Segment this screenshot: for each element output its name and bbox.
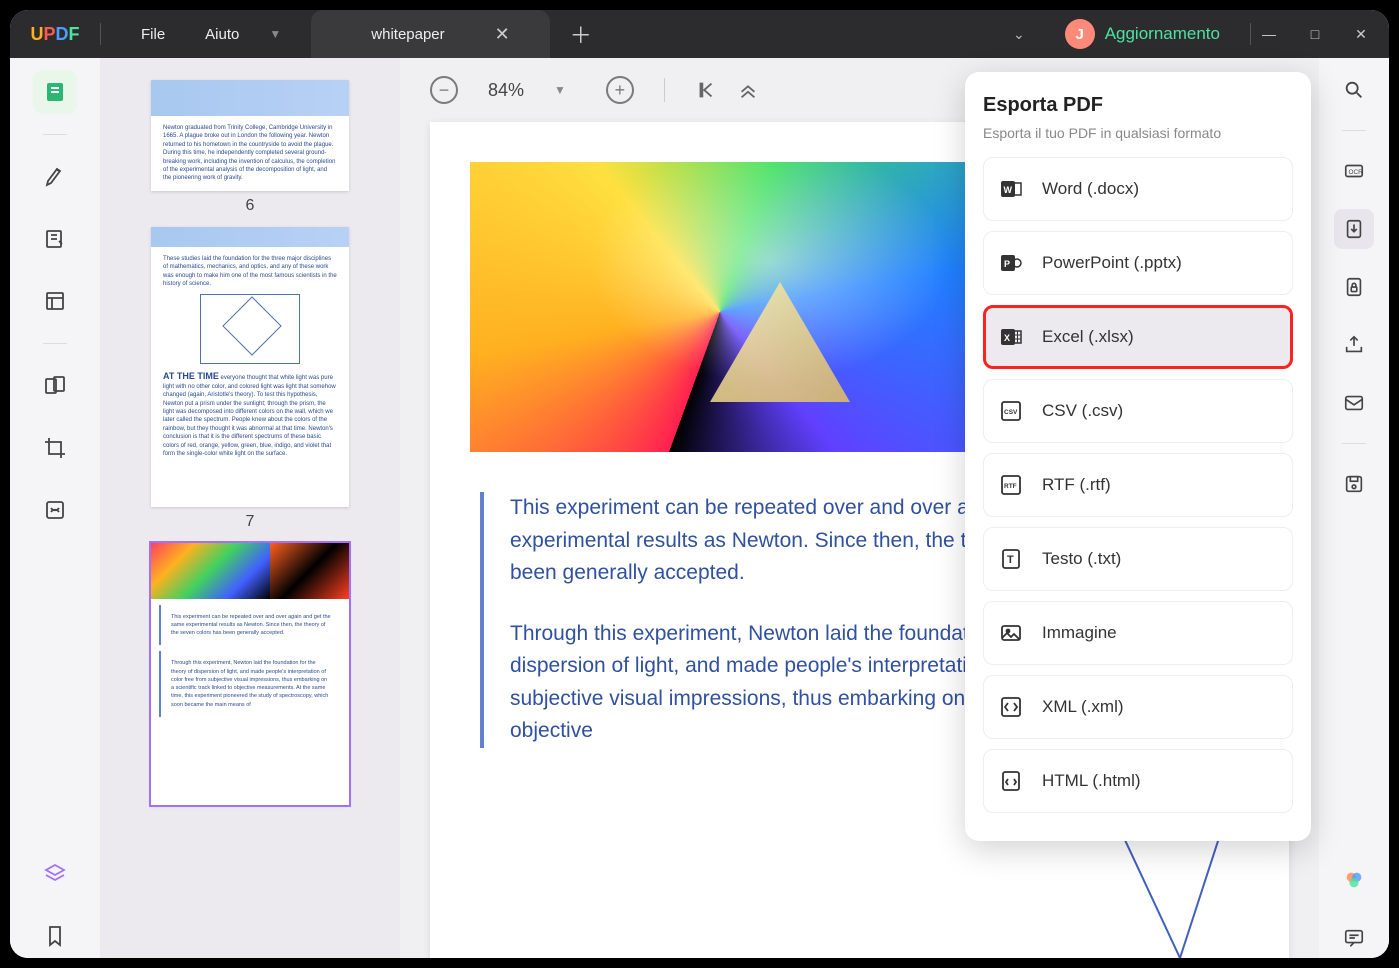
layers-tool[interactable] [33,852,77,896]
edit-text-tool[interactable] [33,217,77,261]
crop-tool[interactable] [33,426,77,470]
csv-icon: CSV [998,398,1024,424]
powerpoint-icon: P [998,250,1024,276]
thumbnail-page-7[interactable]: These studies laid the foundation for th… [151,227,349,507]
new-tab-button[interactable]: ＋ [570,18,592,50]
svg-text:CSV: CSV [1004,409,1018,416]
search-tool[interactable] [1334,70,1374,110]
export-option-powerpoint[interactable]: P PowerPoint (.pptx) [983,231,1293,295]
page-first-icon[interactable] [695,79,717,101]
zoom-out-button[interactable]: − [430,76,458,104]
xml-icon [998,694,1024,720]
excel-icon: X [998,324,1024,350]
export-option-excel[interactable]: X Excel (.xlsx) [983,305,1293,369]
right-toolbar: OCR [1319,58,1389,958]
bookmark-tool[interactable] [33,914,77,958]
page-up-icon[interactable] [737,79,759,101]
export-title: Esporta PDF [983,94,1293,117]
app-logo: UPDF [10,24,100,45]
word-icon: W [998,176,1024,202]
redact-tool[interactable] [33,488,77,532]
svg-text:OCR: OCR [1349,169,1364,176]
export-subtitle: Esporta il tuo PDF in qualsiasi formato [983,125,1293,141]
thumbnail-page-8[interactable]: This experiment can be repeated over and… [151,543,349,805]
thumbnail-page-6[interactable]: Newton graduated from Trinity College, C… [151,80,349,191]
zoom-dropdown-icon[interactable]: ▼ [554,83,566,97]
svg-text:W: W [1004,185,1013,195]
export-option-word[interactable]: W Word (.docx) [983,157,1293,221]
window-minimize-button[interactable]: — [1261,26,1277,43]
html-icon [998,768,1024,794]
tabs-chevron-icon[interactable]: ⌄ [1013,26,1025,43]
reader-tool[interactable] [33,70,77,114]
titlebar: UPDF File Aiuto ▼ whitepaper ✕ ＋ ⌄ J Agg… [10,10,1389,58]
highlight-tool[interactable] [33,155,77,199]
window-close-button[interactable]: ✕ [1353,26,1369,43]
comment-tool[interactable] [1334,918,1374,958]
menu-file[interactable]: File [141,26,165,43]
export-option-html[interactable]: HTML (.html) [983,749,1293,813]
export-option-image[interactable]: Immagine [983,601,1293,665]
document-tab[interactable]: whitepaper ✕ [311,10,549,58]
export-tool[interactable] [1334,209,1374,249]
zoom-in-button[interactable]: + [606,76,634,104]
export-option-rtf[interactable]: RTF RTF (.rtf) [983,453,1293,517]
protect-tool[interactable] [1334,267,1374,307]
share-tool[interactable] [1334,325,1374,365]
left-toolbar [10,58,100,958]
image-icon [998,620,1024,646]
ocr-tool[interactable]: OCR [1334,151,1374,191]
update-label[interactable]: Aggiornamento [1105,24,1220,44]
page-number-6: 6 [140,197,360,215]
menu-help[interactable]: Aiuto [205,26,239,43]
ai-tool[interactable] [1334,860,1374,900]
thumbnail-panel: Newton graduated from Trinity College, C… [100,58,400,958]
svg-text:X: X [1004,333,1010,343]
window-maximize-button[interactable]: □ [1307,26,1323,43]
text-icon: T [998,546,1024,572]
save-tool[interactable] [1334,464,1374,504]
export-option-csv[interactable]: CSV CSV (.csv) [983,379,1293,443]
export-panel: Esporta PDF Esporta il tuo PDF in qualsi… [965,72,1311,841]
svg-text:T: T [1007,554,1014,566]
menu-dropdown-icon[interactable]: ▼ [269,27,281,41]
tab-close-icon[interactable]: ✕ [495,24,510,45]
export-option-xml[interactable]: XML (.xml) [983,675,1293,739]
email-tool[interactable] [1334,383,1374,423]
tab-title: whitepaper [371,26,444,43]
organize-pages-tool[interactable] [33,364,77,408]
zoom-level[interactable]: 84% [488,80,524,101]
export-option-text[interactable]: T Testo (.txt) [983,527,1293,591]
user-avatar[interactable]: J [1065,19,1095,49]
page-layout-tool[interactable] [33,279,77,323]
svg-text:P: P [1004,259,1010,269]
page-number-7: 7 [140,513,360,531]
rtf-icon: RTF [998,472,1024,498]
svg-text:RTF: RTF [1004,483,1017,490]
